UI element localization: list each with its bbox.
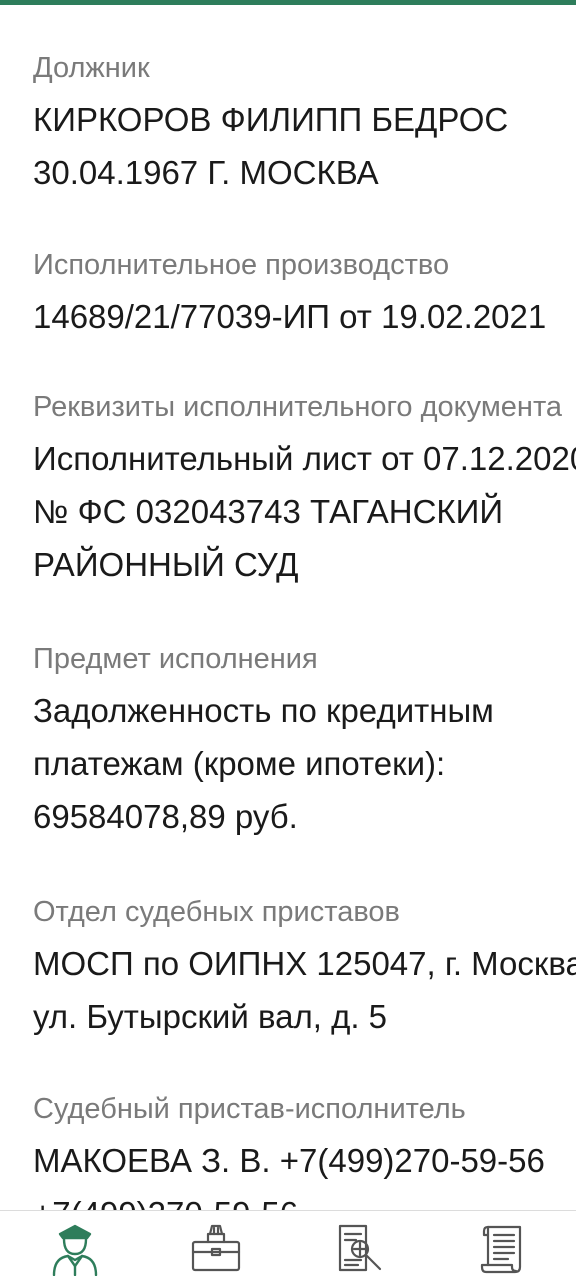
field-document-details: Реквизиты исполнительного документа Испо…	[33, 390, 576, 591]
nav-item-scroll-document[interactable]	[472, 1219, 532, 1277]
field-subject: Предмет исполнения Задолженность по кред…	[33, 642, 576, 843]
value-line: 30.04.1967 Г. МОСКВА	[33, 154, 379, 191]
nav-item-document-search[interactable]	[330, 1219, 390, 1277]
value-line: Задолженность по кредитным	[33, 692, 494, 729]
value-line: РАЙОННЫЙ СУД	[33, 546, 299, 583]
field-value: МОСП по ОИПНХ 125047, г. Москва, ул. Бут…	[33, 937, 576, 1043]
briefcase-icon	[191, 1224, 241, 1272]
value-line: 14689/21/77039-ИП от 19.02.2021	[33, 298, 547, 335]
bailiff-person-icon	[52, 1224, 98, 1276]
field-value: МАКОЕВА З. В. +7(499)270-59-56 +7(499)27…	[33, 1134, 576, 1210]
value-line: +7(499)270-59-56	[33, 1187, 576, 1210]
value-line: КИРКОРОВ ФИЛИПП БЕДРОС	[33, 101, 509, 138]
nav-item-bailiff[interactable]	[45, 1219, 105, 1277]
field-label: Отдел судебных приставов	[33, 896, 400, 928]
field-value: 14689/21/77039-ИП от 19.02.2021	[33, 290, 576, 343]
bottom-navigation	[0, 1210, 576, 1281]
field-bailiff: Судебный пристав-исполнитель МАКОЕВА З. …	[33, 1092, 576, 1210]
nav-item-briefcase[interactable]	[186, 1219, 246, 1277]
value-line: МОСП по ОИПНХ 125047, г. Москва,	[33, 945, 576, 982]
value-line: Исполнительный лист от 07.12.2020	[33, 440, 576, 477]
value-line: платежам (кроме ипотеки):	[33, 745, 446, 782]
scroll-document-icon	[480, 1225, 522, 1274]
field-label: Реквизиты исполнительного документа	[33, 391, 563, 423]
field-value: КИРКОРОВ ФИЛИПП БЕДРОС 30.04.1967 Г. МОС…	[33, 93, 576, 199]
enforcement-details: Должник КИРКОРОВ ФИЛИПП БЕДРОС 30.04.196…	[0, 5, 576, 1210]
field-label: Должник	[33, 52, 150, 84]
value-line: № ФС 032043743 ТАГАНСКИЙ	[33, 493, 504, 530]
value-line: 69584078,89 руб.	[33, 798, 298, 835]
field-value: Исполнительный лист от 07.12.2020 № ФС 0…	[33, 432, 576, 591]
field-label: Судебный пристав-исполнитель	[33, 1093, 466, 1125]
field-debtor: Должник КИРКОРОВ ФИЛИПП БЕДРОС 30.04.196…	[33, 51, 576, 199]
field-bailiff-department: Отдел судебных приставов МОСП по ОИПНХ 1…	[33, 895, 576, 1043]
field-proceeding: Исполнительное производство 14689/21/770…	[33, 248, 576, 343]
document-search-icon	[338, 1224, 382, 1272]
value-line: ул. Бутырский вал, д. 5	[33, 998, 388, 1035]
field-label: Исполнительное производство	[33, 249, 450, 281]
value-line: МАКОЕВА З. В. +7(499)270-59-56	[33, 1142, 545, 1179]
field-value: Задолженность по кредитным платежам (кро…	[33, 684, 576, 843]
field-label: Предмет исполнения	[33, 643, 318, 675]
